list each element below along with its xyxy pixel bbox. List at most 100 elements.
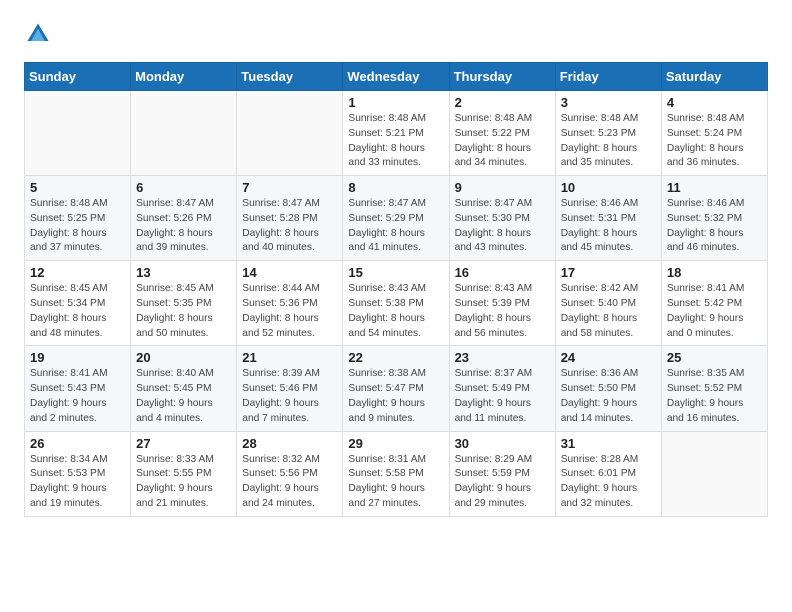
day-info: Sunrise: 8:36 AM Sunset: 5:50 PM Dayligh… xyxy=(561,367,656,426)
day-number: 12 xyxy=(30,265,125,280)
calendar-cell xyxy=(25,91,131,176)
day-info: Sunrise: 8:46 AM Sunset: 5:32 PM Dayligh… xyxy=(667,197,762,256)
day-number: 17 xyxy=(561,265,656,280)
calendar-cell xyxy=(661,431,767,516)
calendar-cell: 24 Sunrise: 8:36 AM Sunset: 5:50 PM Dayli… xyxy=(555,346,661,431)
calendar-cell: 7Sunrise: 8:47 AM Sunset: 5:28 PM Daylig… xyxy=(237,176,343,261)
weekday-header-row: SundayMondayTuesdayWednesdayThursdayFrid… xyxy=(25,63,768,91)
day-info: Sunrise: 8:40 AM Sunset: 5:45 PM Dayligh… xyxy=(136,367,231,426)
day-info: Sunrise: 8:45 AM Sunset: 5:35 PM Dayligh… xyxy=(136,282,231,341)
calendar-cell: 21Sunrise: 8:39 AM Sunset: 5:46 PM Dayli… xyxy=(237,346,343,431)
calendar-cell: 18Sunrise: 8:41 AM Sunset: 5:42 PM Dayli… xyxy=(661,261,767,346)
day-info: Sunrise: 8:35 AM Sunset: 5:52 PM Dayligh… xyxy=(667,367,762,426)
day-info: Sunrise: 8:48 AM Sunset: 5:22 PM Dayligh… xyxy=(455,112,550,171)
day-info: Sunrise: 8:48 AM Sunset: 5:24 PM Dayligh… xyxy=(667,112,762,171)
weekday-header-sunday: Sunday xyxy=(25,63,131,91)
day-info: Sunrise: 8:33 AM Sunset: 5:55 PM Dayligh… xyxy=(136,453,231,512)
day-number: 28 xyxy=(242,436,337,451)
day-number: 6 xyxy=(136,180,231,195)
calendar-cell: 28Sunrise: 8:32 AM Sunset: 5:56 PM Dayli… xyxy=(237,431,343,516)
day-info: Sunrise: 8:41 AM Sunset: 5:43 PM Dayligh… xyxy=(30,367,125,426)
calendar-cell: 10 Sunrise: 8:46 AM Sunset: 5:31 PM Dayli… xyxy=(555,176,661,261)
day-info: Sunrise: 8:47 AM Sunset: 5:30 PM Dayligh… xyxy=(455,197,550,256)
calendar-cell xyxy=(237,91,343,176)
day-info: Sunrise: 8:39 AM Sunset: 5:46 PM Dayligh… xyxy=(242,367,337,426)
calendar-cell: 9Sunrise: 8:47 AM Sunset: 5:30 PM Daylig… xyxy=(449,176,555,261)
weekday-header-saturday: Saturday xyxy=(661,63,767,91)
weekday-header-tuesday: Tuesday xyxy=(237,63,343,91)
weekday-header-friday: Friday xyxy=(555,63,661,91)
logo xyxy=(24,20,56,48)
calendar-week-1: 1Sunrise: 8:48 AM Sunset: 5:21 PM Daylig… xyxy=(25,91,768,176)
day-info: Sunrise: 8:44 AM Sunset: 5:36 PM Dayligh… xyxy=(242,282,337,341)
day-number: 29 xyxy=(348,436,443,451)
logo-icon xyxy=(24,20,52,48)
day-info: Sunrise: 8:41 AM Sunset: 5:42 PM Dayligh… xyxy=(667,282,762,341)
day-info: Sunrise: 8:47 AM Sunset: 5:29 PM Dayligh… xyxy=(348,197,443,256)
calendar-body: 1Sunrise: 8:48 AM Sunset: 5:21 PM Daylig… xyxy=(25,91,768,517)
calendar-cell: 11 Sunrise: 8:46 AM Sunset: 5:32 PM Dayli… xyxy=(661,176,767,261)
day-number: 5 xyxy=(30,180,125,195)
day-number: 19 xyxy=(30,350,125,365)
day-number: 30 xyxy=(455,436,550,451)
calendar-cell: 8 Sunrise: 8:47 AM Sunset: 5:29 PM Daylig… xyxy=(343,176,449,261)
day-info: Sunrise: 8:38 AM Sunset: 5:47 PM Dayligh… xyxy=(348,367,443,426)
day-info: Sunrise: 8:42 AM Sunset: 5:40 PM Dayligh… xyxy=(561,282,656,341)
day-info: Sunrise: 8:48 AM Sunset: 5:25 PM Dayligh… xyxy=(30,197,125,256)
calendar-table: SundayMondayTuesdayWednesdayThursdayFrid… xyxy=(24,62,768,517)
day-number: 20 xyxy=(136,350,231,365)
calendar-week-2: 5 Sunrise: 8:48 AM Sunset: 5:25 PM Daylig… xyxy=(25,176,768,261)
weekday-header-wednesday: Wednesday xyxy=(343,63,449,91)
day-info: Sunrise: 8:28 AM Sunset: 6:01 PM Dayligh… xyxy=(561,453,656,512)
calendar-cell: 1Sunrise: 8:48 AM Sunset: 5:21 PM Daylig… xyxy=(343,91,449,176)
day-number: 15 xyxy=(348,265,443,280)
calendar-cell: 30 Sunrise: 8:29 AM Sunset: 5:59 PM Dayli… xyxy=(449,431,555,516)
day-info: Sunrise: 8:29 AM Sunset: 5:59 PM Dayligh… xyxy=(455,453,550,512)
calendar-cell: 5 Sunrise: 8:48 AM Sunset: 5:25 PM Daylig… xyxy=(25,176,131,261)
day-info: Sunrise: 8:34 AM Sunset: 5:53 PM Dayligh… xyxy=(30,453,125,512)
day-number: 31 xyxy=(561,436,656,451)
calendar-cell: 20 Sunrise: 8:40 AM Sunset: 5:45 PM Dayli… xyxy=(131,346,237,431)
day-info: Sunrise: 8:31 AM Sunset: 5:58 PM Dayligh… xyxy=(348,453,443,512)
day-info: Sunrise: 8:48 AM Sunset: 5:21 PM Dayligh… xyxy=(348,112,443,171)
calendar-cell: 27 Sunrise: 8:33 AM Sunset: 5:55 PM Dayli… xyxy=(131,431,237,516)
calendar-cell: 2 Sunrise: 8:48 AM Sunset: 5:22 PM Daylig… xyxy=(449,91,555,176)
day-number: 24 xyxy=(561,350,656,365)
page: SundayMondayTuesdayWednesdayThursdayFrid… xyxy=(0,0,792,537)
calendar-cell: 31 Sunrise: 8:28 AM Sunset: 6:01 PM Dayli… xyxy=(555,431,661,516)
calendar-cell: 29 Sunrise: 8:31 AM Sunset: 5:58 PM Dayli… xyxy=(343,431,449,516)
day-number: 14 xyxy=(242,265,337,280)
calendar-week-5: 26 Sunrise: 8:34 AM Sunset: 5:53 PM Dayli… xyxy=(25,431,768,516)
day-info: Sunrise: 8:43 AM Sunset: 5:38 PM Dayligh… xyxy=(348,282,443,341)
day-info: Sunrise: 8:43 AM Sunset: 5:39 PM Dayligh… xyxy=(455,282,550,341)
day-number: 7 xyxy=(242,180,337,195)
day-info: Sunrise: 8:37 AM Sunset: 5:49 PM Dayligh… xyxy=(455,367,550,426)
calendar-week-4: 19 Sunrise: 8:41 AM Sunset: 5:43 PM Dayli… xyxy=(25,346,768,431)
day-info: Sunrise: 8:48 AM Sunset: 5:23 PM Dayligh… xyxy=(561,112,656,171)
day-number: 11 xyxy=(667,180,762,195)
weekday-header-thursday: Thursday xyxy=(449,63,555,91)
day-number: 23 xyxy=(455,350,550,365)
day-info: Sunrise: 8:45 AM Sunset: 5:34 PM Dayligh… xyxy=(30,282,125,341)
day-number: 25 xyxy=(667,350,762,365)
day-info: Sunrise: 8:46 AM Sunset: 5:31 PM Dayligh… xyxy=(561,197,656,256)
calendar-week-3: 12 Sunrise: 8:45 AM Sunset: 5:34 PM Dayli… xyxy=(25,261,768,346)
weekday-header-monday: Monday xyxy=(131,63,237,91)
calendar-cell: 13Sunrise: 8:45 AM Sunset: 5:35 PM Dayli… xyxy=(131,261,237,346)
day-number: 27 xyxy=(136,436,231,451)
day-number: 8 xyxy=(348,180,443,195)
calendar-cell: 6Sunrise: 8:47 AM Sunset: 5:26 PM Daylig… xyxy=(131,176,237,261)
calendar-cell: 12 Sunrise: 8:45 AM Sunset: 5:34 PM Dayli… xyxy=(25,261,131,346)
day-number: 26 xyxy=(30,436,125,451)
day-number: 2 xyxy=(455,95,550,110)
day-number: 16 xyxy=(455,265,550,280)
calendar-cell: 25 Sunrise: 8:35 AM Sunset: 5:52 PM Dayli… xyxy=(661,346,767,431)
day-number: 4 xyxy=(667,95,762,110)
calendar-cell: 23 Sunrise: 8:37 AM Sunset: 5:49 PM Dayli… xyxy=(449,346,555,431)
calendar-cell: 22Sunrise: 8:38 AM Sunset: 5:47 PM Dayli… xyxy=(343,346,449,431)
calendar-cell: 4 Sunrise: 8:48 AM Sunset: 5:24 PM Daylig… xyxy=(661,91,767,176)
calendar-cell: 26 Sunrise: 8:34 AM Sunset: 5:53 PM Dayli… xyxy=(25,431,131,516)
day-number: 10 xyxy=(561,180,656,195)
header xyxy=(24,20,768,48)
calendar-cell xyxy=(131,91,237,176)
